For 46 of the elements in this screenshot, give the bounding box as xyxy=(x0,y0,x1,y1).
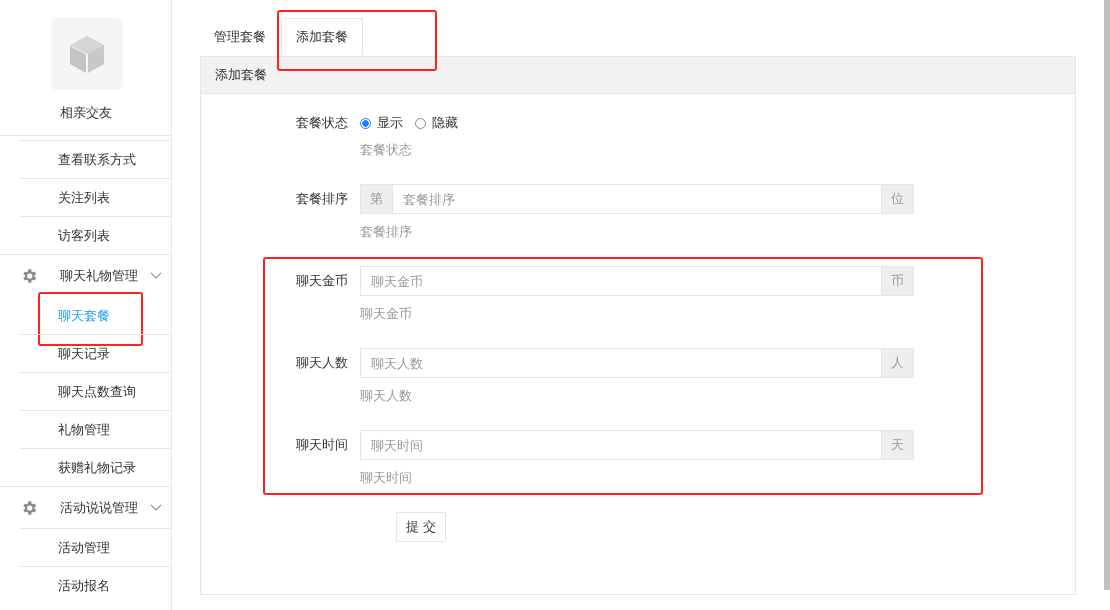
input-field[interactable]: 聊天金币 xyxy=(360,266,882,296)
menu-item[interactable]: 聊天点数查询 xyxy=(20,372,171,410)
panel-title: 添加套餐 xyxy=(201,57,1075,94)
radio-option[interactable]: 显示 xyxy=(360,114,403,132)
menu-group[interactable]: 活动说说管理 xyxy=(0,486,171,528)
menu-item[interactable]: 访客列表 xyxy=(20,216,171,254)
help-text: 套餐状态 xyxy=(360,141,413,159)
tab[interactable]: 管理套餐 xyxy=(200,18,280,56)
help-text: 聊天人数 xyxy=(360,387,413,405)
input-field[interactable]: 聊天人数 xyxy=(360,348,882,378)
input-prefix: 第 xyxy=(360,184,392,214)
radio-option[interactable]: 隐藏 xyxy=(415,114,458,132)
input-field[interactable]: 套餐排序 xyxy=(392,184,882,214)
chevron-down-icon xyxy=(150,271,162,280)
input-suffix: 人 xyxy=(882,348,914,378)
field-label: 聊天人数 xyxy=(295,354,348,372)
input-field[interactable]: 聊天时间 xyxy=(360,430,882,460)
submit-button[interactable]: 提 交 xyxy=(396,512,447,542)
menu-group-label: 聊天礼物管理 xyxy=(60,266,139,285)
menu-item[interactable]: 礼物管理 xyxy=(20,410,171,448)
help-text: 聊天时间 xyxy=(360,469,413,487)
radio-button[interactable] xyxy=(360,117,371,129)
input-suffix: 天 xyxy=(882,430,914,460)
chevron-down-icon xyxy=(150,503,162,512)
input-suffix: 位 xyxy=(882,184,914,214)
field-label: 套餐排序 xyxy=(295,190,348,208)
menu-item[interactable]: 活动管理 xyxy=(20,528,171,566)
menu-item[interactable]: 查看联系方式 xyxy=(20,140,171,178)
radio-label: 显示 xyxy=(377,114,403,132)
help-text: 聊天金币 xyxy=(360,305,413,323)
site-name: 相亲交友 xyxy=(59,104,112,122)
radio-label: 隐藏 xyxy=(432,114,458,132)
menu-group-label: 活动说说管理 xyxy=(60,498,139,517)
tab[interactable]: 添加套餐 xyxy=(281,18,363,55)
menu-item[interactable]: 活动报名 xyxy=(20,566,171,604)
scrollbar[interactable] xyxy=(1104,0,1110,590)
field-label: 聊天金币 xyxy=(295,272,348,290)
help-text: 套餐排序 xyxy=(360,223,413,241)
menu-item[interactable]: 聊天记录 xyxy=(20,334,171,372)
menu-item[interactable]: 获赠礼物记录 xyxy=(20,448,171,486)
field-label: 聊天时间 xyxy=(295,436,348,454)
input-suffix: 币 xyxy=(882,266,914,296)
field-label: 套餐状态 xyxy=(295,114,348,132)
menu-item[interactable]: 关注列表 xyxy=(20,178,171,216)
menu-group[interactable]: 聊天礼物管理 xyxy=(0,254,171,296)
cube-logo-icon xyxy=(51,18,123,90)
